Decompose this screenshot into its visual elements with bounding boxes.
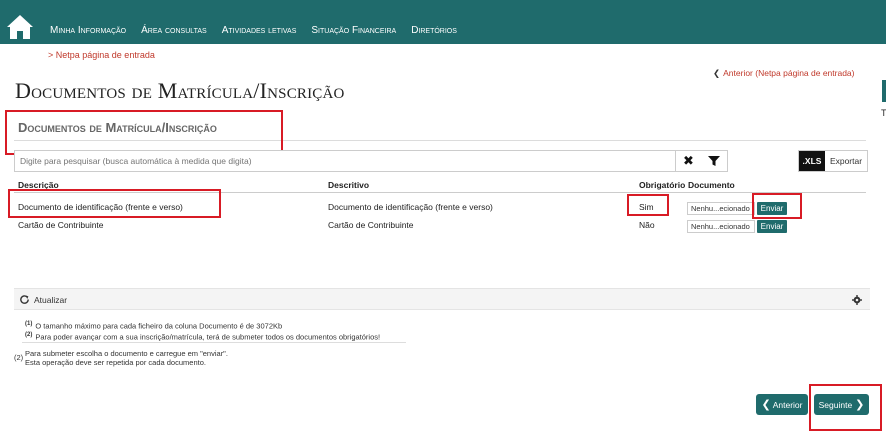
previous-button[interactable]: ❮ Anterior: [756, 394, 808, 415]
row2-descritivo: Cartão de Contribuinte: [328, 220, 414, 230]
nav-item-area-consultas[interactable]: Área consultas: [141, 25, 207, 36]
highlight-row1-enviar: [752, 193, 802, 219]
highlight-section-title: [5, 110, 283, 155]
xls-button[interactable]: .XLS: [799, 151, 825, 171]
column-header-obrigatorio[interactable]: Obrigatório: [639, 180, 685, 190]
search-field: [14, 150, 676, 172]
row2-descricao: Cartão de Contribuinte: [18, 220, 104, 230]
note-2: (2) Para poder avançar com a sua inscriçã…: [25, 332, 380, 342]
search-actions: ✖: [676, 150, 728, 172]
note-3-line-1: Para submeter escolha o documento e carr…: [25, 349, 228, 358]
note-1-number: (1): [25, 321, 33, 327]
search-input[interactable]: [15, 151, 675, 171]
nav-item-diretorios[interactable]: Diretórios: [411, 25, 457, 36]
back-link-label: Anterior (Netpa página de entrada): [723, 68, 855, 78]
edge-marker: T: [881, 108, 886, 118]
notes-divider: [22, 342, 406, 343]
chevron-left-icon: ❮: [713, 68, 721, 78]
edge-tab[interactable]: [882, 80, 886, 102]
note-3-number: (2): [14, 353, 24, 362]
note-2-text: Para poder avançar com a sua inscrição/m…: [35, 332, 381, 342]
highlight-next-button: [809, 384, 882, 431]
gear-icon[interactable]: [852, 295, 862, 305]
column-header-descritivo[interactable]: Descritivo: [328, 180, 369, 190]
top-navigation-bar: Minha Informação Área consultas Atividad…: [0, 0, 886, 44]
note-1: (1) O tamanho máximo para cada ficheiro d…: [25, 321, 282, 331]
highlight-row1-obrigatorio: [627, 194, 669, 216]
back-link[interactable]: ❮ Anterior (Netpa página de entrada): [713, 68, 855, 79]
row1-file-selector[interactable]: Nenhu...ecionado: [687, 202, 755, 215]
note-3-line-2: Esta operação deve ser repetida por cada…: [25, 358, 206, 367]
export-button[interactable]: Exportar: [825, 151, 867, 171]
main-nav: Minha Informação Área consultas Atividad…: [50, 25, 472, 36]
export-group: .XLS Exportar: [798, 150, 868, 172]
note-2-number: (2): [25, 332, 33, 338]
row1-descritivo: Documento de identificação (frente e ver…: [328, 202, 493, 212]
row2-enviar-button[interactable]: Enviar: [757, 220, 787, 233]
nav-item-situacao-financeira[interactable]: Situação Financeira: [311, 25, 396, 36]
refresh-bar: Atualizar: [14, 288, 870, 310]
row2-file-selector[interactable]: Nenhu...ecionado: [687, 220, 755, 233]
highlight-row1-descricao: [8, 189, 221, 218]
refresh-icon[interactable]: [19, 294, 30, 305]
previous-button-label: Anterior: [772, 399, 803, 410]
chevron-left-icon: ❮: [761, 399, 771, 411]
column-header-documento[interactable]: Documento: [688, 180, 735, 190]
home-icon[interactable]: [6, 14, 34, 40]
row2-obrigatorio: Não: [639, 220, 655, 230]
nav-item-minha-informacao[interactable]: Minha Informação: [50, 25, 126, 36]
filter-icon[interactable]: [707, 155, 720, 167]
refresh-button[interactable]: Atualizar: [34, 295, 67, 305]
clear-icon[interactable]: ✖: [683, 153, 694, 169]
page-title: Documentos de Matrícula/Inscrição: [15, 78, 345, 103]
note-1-text: O tamanho máximo para cada ficheiro da c…: [35, 321, 283, 331]
nav-item-atividades-letivas[interactable]: Atividades letivas: [222, 25, 297, 36]
breadcrumb[interactable]: > Netpa página de entrada: [48, 50, 155, 60]
